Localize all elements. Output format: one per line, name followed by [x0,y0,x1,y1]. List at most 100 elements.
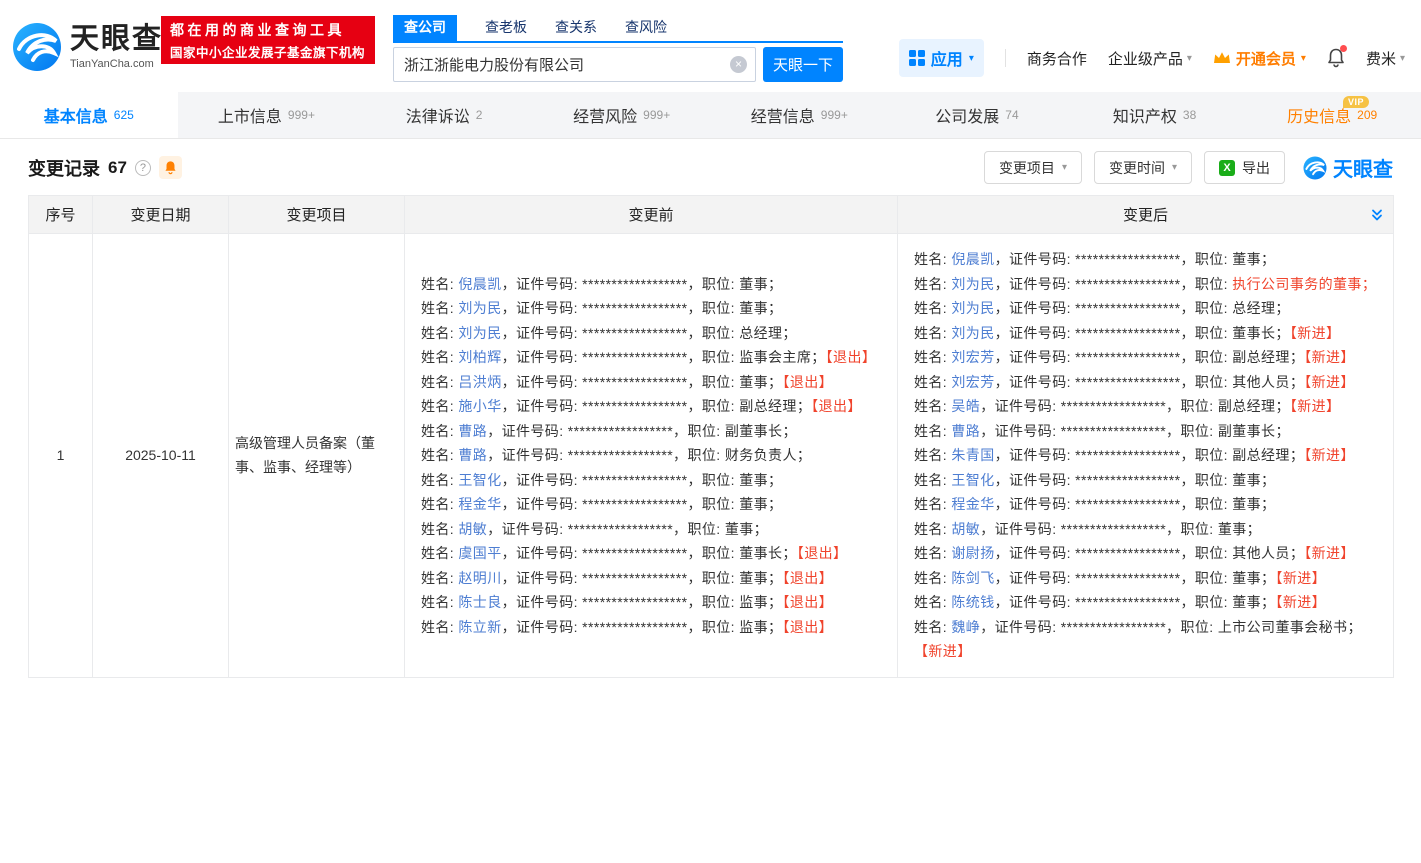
filter-button-label: 变更时间 [1109,158,1165,178]
person-link[interactable]: 曹路 [951,423,980,439]
filter-button-label: 变更项目 [999,158,1055,178]
person-link[interactable]: 吕洪炳 [458,374,501,390]
search-input-wrap: × [393,47,756,82]
top-nav: 应用 ▾ 商务合作 企业级产品 ▾ 开通会员 ▾ [899,39,1405,77]
search-button[interactable]: 天眼一下 [763,47,843,82]
tab-label: 经营信息 [751,103,815,127]
main-tab-2[interactable]: 法律诉讼2 [355,92,533,138]
main-tab-4[interactable]: 经营信息999+ [711,92,889,138]
export-button[interactable]: X 导出 [1204,151,1285,184]
person-link[interactable]: 陈士良 [458,594,501,610]
nav-enterprise-products[interactable]: 企业级产品 ▾ [1108,48,1192,69]
col-before-label: 变更前 [628,207,673,224]
person-link[interactable]: 魏峥 [951,619,980,635]
nav-business-coop[interactable]: 商务合作 [1027,48,1087,69]
col-date-label: 变更日期 [130,207,190,224]
person-link[interactable]: 王智化 [458,472,501,488]
change-entry: 姓名: 陈剑飞，证件号码: ******************，职位: 董事；… [914,566,1377,591]
change-entry: 姓名: 魏峥，证件号码: ******************，职位: 上市公司… [914,615,1377,664]
person-link[interactable]: 刘为民 [951,276,994,292]
change-entry: 姓名: 陈统钱，证件号码: ******************，职位: 董事；… [914,590,1377,615]
new-marker: 【新进】 [1304,349,1355,365]
cell-before: 姓名: 倪晨凯，证件号码: ******************，职位: 董事；… [405,234,898,678]
person-link[interactable]: 吴皓 [951,398,980,414]
person-link[interactable]: 曹路 [458,423,487,439]
exit-marker: 【退出】 [811,398,862,414]
change-entry: 姓名: 刘为民，证件号码: ******************，职位: 董事； [421,296,881,321]
tab-label: 上市信息 [218,103,282,127]
main-tab-3[interactable]: 经营风险999+ [533,92,711,138]
person-link[interactable]: 虞国平 [458,545,501,561]
main-tab-1[interactable]: 上市信息999+ [178,92,356,138]
tab-label: 法律诉讼 [406,103,470,127]
person-link[interactable]: 曹路 [458,447,487,463]
person-link[interactable]: 程金华 [458,496,501,512]
change-entry: 姓名: 朱青国，证件号码: ******************，职位: 副总经… [914,443,1377,468]
chevron-down-icon: ▾ [1062,162,1067,173]
person-link[interactable]: 刘宏芳 [951,349,994,365]
change-entry: 姓名: 吴皓，证件号码: ******************，职位: 副总经理… [914,394,1377,419]
person-link[interactable]: 王智化 [951,472,994,488]
new-marker: 【新进】 [1290,398,1341,414]
main-tab-7[interactable]: 历史信息209VIP [1243,92,1421,138]
exit-marker: 【退出】 [797,545,848,561]
person-link[interactable]: 倪晨凯 [458,276,501,292]
change-entry: 姓名: 施小华，证件号码: ******************，职位: 副总经… [421,394,881,419]
search-tab-2[interactable]: 查关系 [555,15,597,41]
change-entry: 姓名: 陈士良，证件号码: ******************，职位: 监事；… [421,590,881,615]
person-link[interactable]: 赵明川 [458,570,501,586]
filter-button-0[interactable]: 变更项目 ▾ [984,151,1082,184]
notification-bell-icon[interactable] [1327,48,1345,68]
promo-banner: 都在用的商业查询工具 国家中小企业发展子基金旗下机构 [161,16,375,64]
site-logo[interactable]: 天眼查 TianYanCha.com [12,22,163,72]
change-entry: 姓名: 倪晨凯，证件号码: ******************，职位: 董事； [914,247,1377,272]
person-link[interactable]: 刘柏辉 [458,349,501,365]
person-link[interactable]: 陈统钱 [951,594,994,610]
person-link[interactable]: 朱青国 [951,447,994,463]
person-link[interactable]: 谢尉扬 [951,545,994,561]
new-marker: 【新进】 [1304,374,1355,390]
change-entry: 姓名: 曹路，证件号码: ******************，职位: 副董事长… [421,419,881,444]
person-link[interactable]: 刘为民 [951,325,994,341]
main-tab-5[interactable]: 公司发展74 [888,92,1066,138]
section-title: 变更记录 [28,155,100,181]
main-tab-0[interactable]: 基本信息625 [0,92,178,138]
user-menu[interactable]: 费米 ▾ [1366,48,1405,69]
tab-label: 历史信息 [1287,103,1351,127]
apps-button[interactable]: 应用 ▾ [899,39,984,77]
exit-marker: 【退出】 [782,619,833,635]
filter-button-1[interactable]: 变更时间▾ [1094,151,1192,184]
tab-count: 74 [1005,108,1018,122]
search-tab-0[interactable]: 查公司 [393,15,457,41]
person-link[interactable]: 倪晨凯 [951,251,994,267]
exit-marker: 【退出】 [782,374,833,390]
person-link[interactable]: 刘为民 [458,325,501,341]
promo-banner-line2: 国家中小企业发展子基金旗下机构 [170,42,366,61]
person-link[interactable]: 刘为民 [458,300,501,316]
change-entry: 姓名: 王智化，证件号码: ******************，职位: 董事； [914,468,1377,493]
search-tab-3[interactable]: 查风险 [625,15,667,41]
subscribe-bell-icon[interactable] [159,156,182,179]
person-link[interactable]: 刘为民 [951,300,994,316]
col-date: 变更日期 [93,196,229,234]
help-icon[interactable]: ? [135,160,151,176]
page: 天眼查 TianYanCha.com 都在用的商业查询工具 国家中小企业发展子基… [0,0,1421,678]
new-marker: 【新进】 [1304,545,1355,561]
notification-dot [1340,45,1347,52]
person-link[interactable]: 胡敏 [458,521,487,537]
search-tab-1[interactable]: 查老板 [485,15,527,41]
person-link[interactable]: 施小华 [458,398,501,414]
main-tab-6[interactable]: 知识产权38 [1066,92,1244,138]
person-link[interactable]: 陈立新 [458,619,501,635]
clear-icon[interactable]: × [730,56,747,73]
person-link[interactable]: 刘宏芳 [951,374,994,390]
divider [1005,49,1006,67]
collapse-all-icon[interactable] [1370,208,1384,222]
change-entry: 姓名: 刘为民，证件号码: ******************，职位: 董事长… [914,321,1377,346]
person-link[interactable]: 胡敏 [951,521,980,537]
vip-upgrade-link[interactable]: 开通会员 ▾ [1213,48,1306,69]
person-link[interactable]: 程金华 [951,496,994,512]
person-link[interactable]: 陈剑飞 [951,570,994,586]
search-input[interactable] [393,47,756,82]
chevron-down-icon: ▾ [1187,53,1192,64]
